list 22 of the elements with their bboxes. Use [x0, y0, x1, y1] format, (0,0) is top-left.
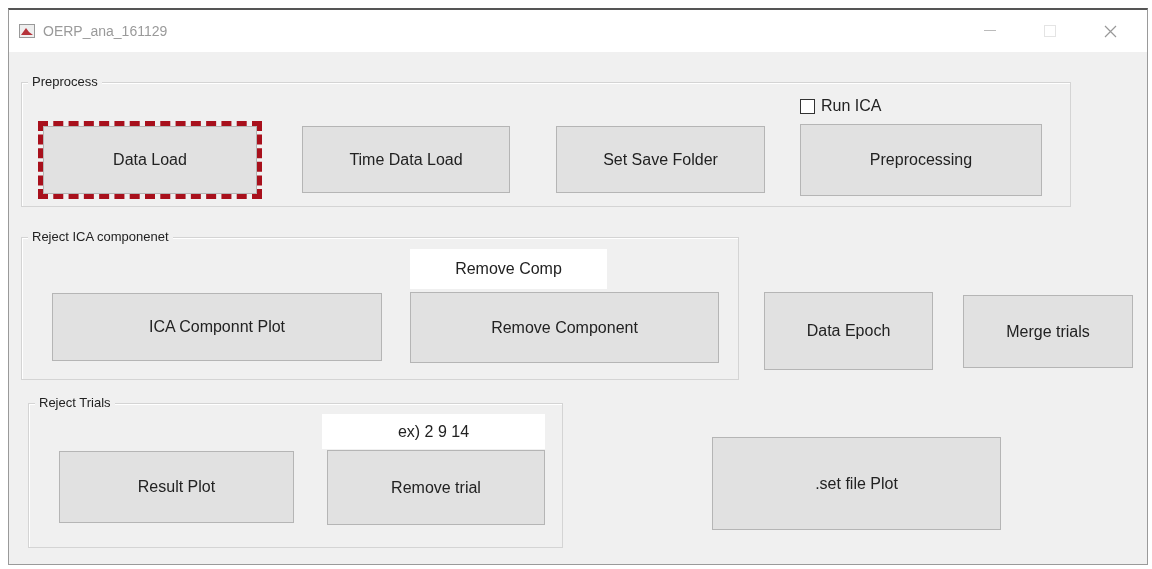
push-button[interactable]: .set file Plot: [712, 437, 1001, 530]
push-button[interactable]: Set Save Folder: [556, 126, 765, 193]
panel-title: Reject Trials: [35, 395, 115, 410]
panel-title: Reject ICA componenet: [28, 229, 173, 244]
push-button[interactable]: Result Plot: [59, 451, 294, 523]
push-button[interactable]: Merge trials: [963, 295, 1133, 368]
input-field[interactable]: Remove Comp: [410, 249, 607, 289]
app-icon: [19, 24, 35, 38]
push-button[interactable]: Data Load: [43, 126, 257, 194]
close-icon[interactable]: [1103, 24, 1117, 38]
input-field[interactable]: ex) 2 9 14: [322, 414, 545, 449]
maximize-icon[interactable]: [1044, 25, 1056, 37]
run-ica-checkbox[interactable]: Run ICA: [800, 95, 1042, 117]
panel-title: Preprocess: [28, 74, 102, 89]
push-button[interactable]: Time Data Load: [302, 126, 510, 193]
push-button[interactable]: Data Epoch: [764, 292, 933, 370]
push-button[interactable]: Remove Component: [410, 292, 719, 363]
push-button[interactable]: ICA Componnt Plot: [52, 293, 382, 361]
push-button[interactable]: Remove trial: [327, 450, 545, 525]
minimize-icon[interactable]: [984, 30, 996, 32]
window-title: OERP_ana_161129: [43, 23, 169, 39]
push-button[interactable]: Preprocessing: [800, 124, 1042, 196]
